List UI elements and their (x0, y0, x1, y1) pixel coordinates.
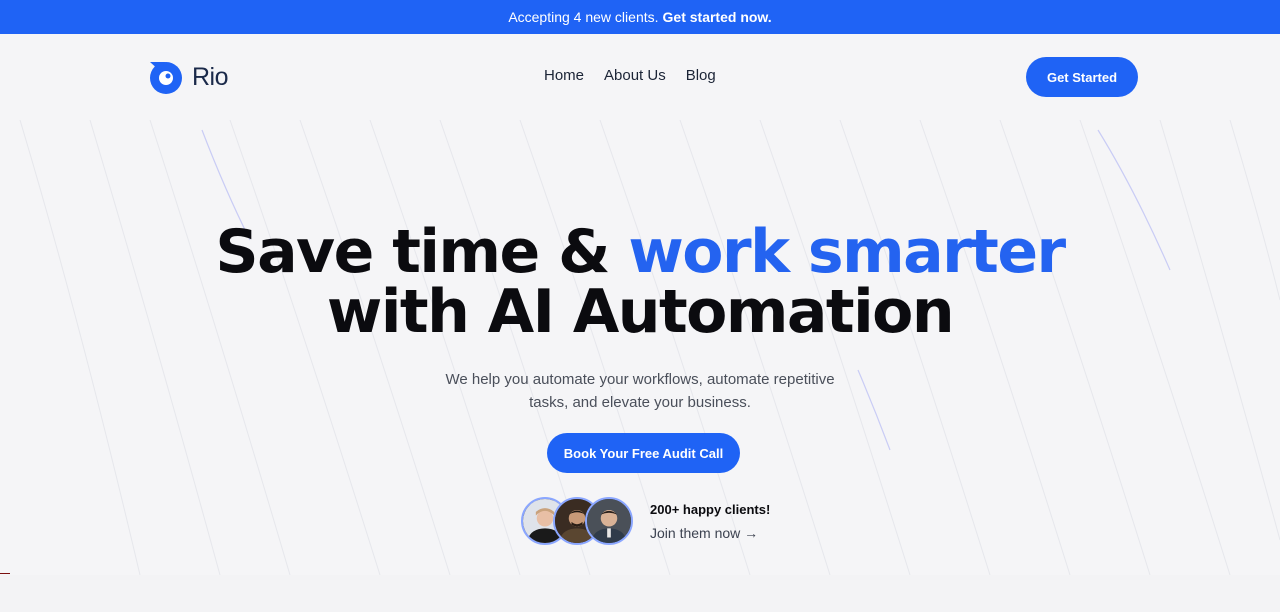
logo-icon (150, 62, 182, 94)
nav-links: Home About Us Blog (544, 67, 716, 84)
hero-title-line2: with AI Automation (326, 277, 955, 347)
brand-logo[interactable]: Rio (148, 59, 229, 95)
divider (0, 573, 10, 574)
person-icon (587, 499, 631, 543)
hero-title-line1: Save time & work smarter (0, 222, 1280, 282)
join-them-link[interactable]: Join them now → (650, 525, 850, 541)
get-started-button[interactable]: Get Started (1026, 57, 1138, 97)
avatar (585, 497, 633, 545)
nav-link-about-us[interactable]: About Us (604, 67, 666, 84)
nav-link-blog[interactable]: Blog (686, 67, 716, 84)
client-avatars (521, 497, 633, 545)
book-audit-call-button[interactable]: Book Your Free Audit Call (547, 433, 740, 473)
hero-subtitle: We help you automate your workflows, aut… (0, 368, 1280, 414)
page-bottom-band (0, 575, 1280, 612)
announcement-text: Accepting 4 new clients. (508, 9, 659, 25)
hero-subtitle-line2: tasks, and elevate your business. (529, 394, 751, 411)
announcement-bar: Accepting 4 new clients. Get started now… (0, 0, 1280, 34)
nav-link-home[interactable]: Home (544, 67, 584, 84)
background-lines (19, 120, 1280, 575)
social-proof-text: 200+ happy clients! Join them now → (650, 502, 850, 541)
social-proof-title: 200+ happy clients! (650, 502, 771, 517)
hero-subtitle-line1: We help you automate your workflows, aut… (445, 371, 835, 388)
top-navigation: Rio Home About Us Blog Get Started (0, 34, 1280, 120)
brand-name: Rio (192, 62, 229, 91)
hero-title: Save time & work smarter with AI Automat… (0, 222, 1280, 342)
announcement-cta-link[interactable]: Get started now. (663, 9, 772, 25)
